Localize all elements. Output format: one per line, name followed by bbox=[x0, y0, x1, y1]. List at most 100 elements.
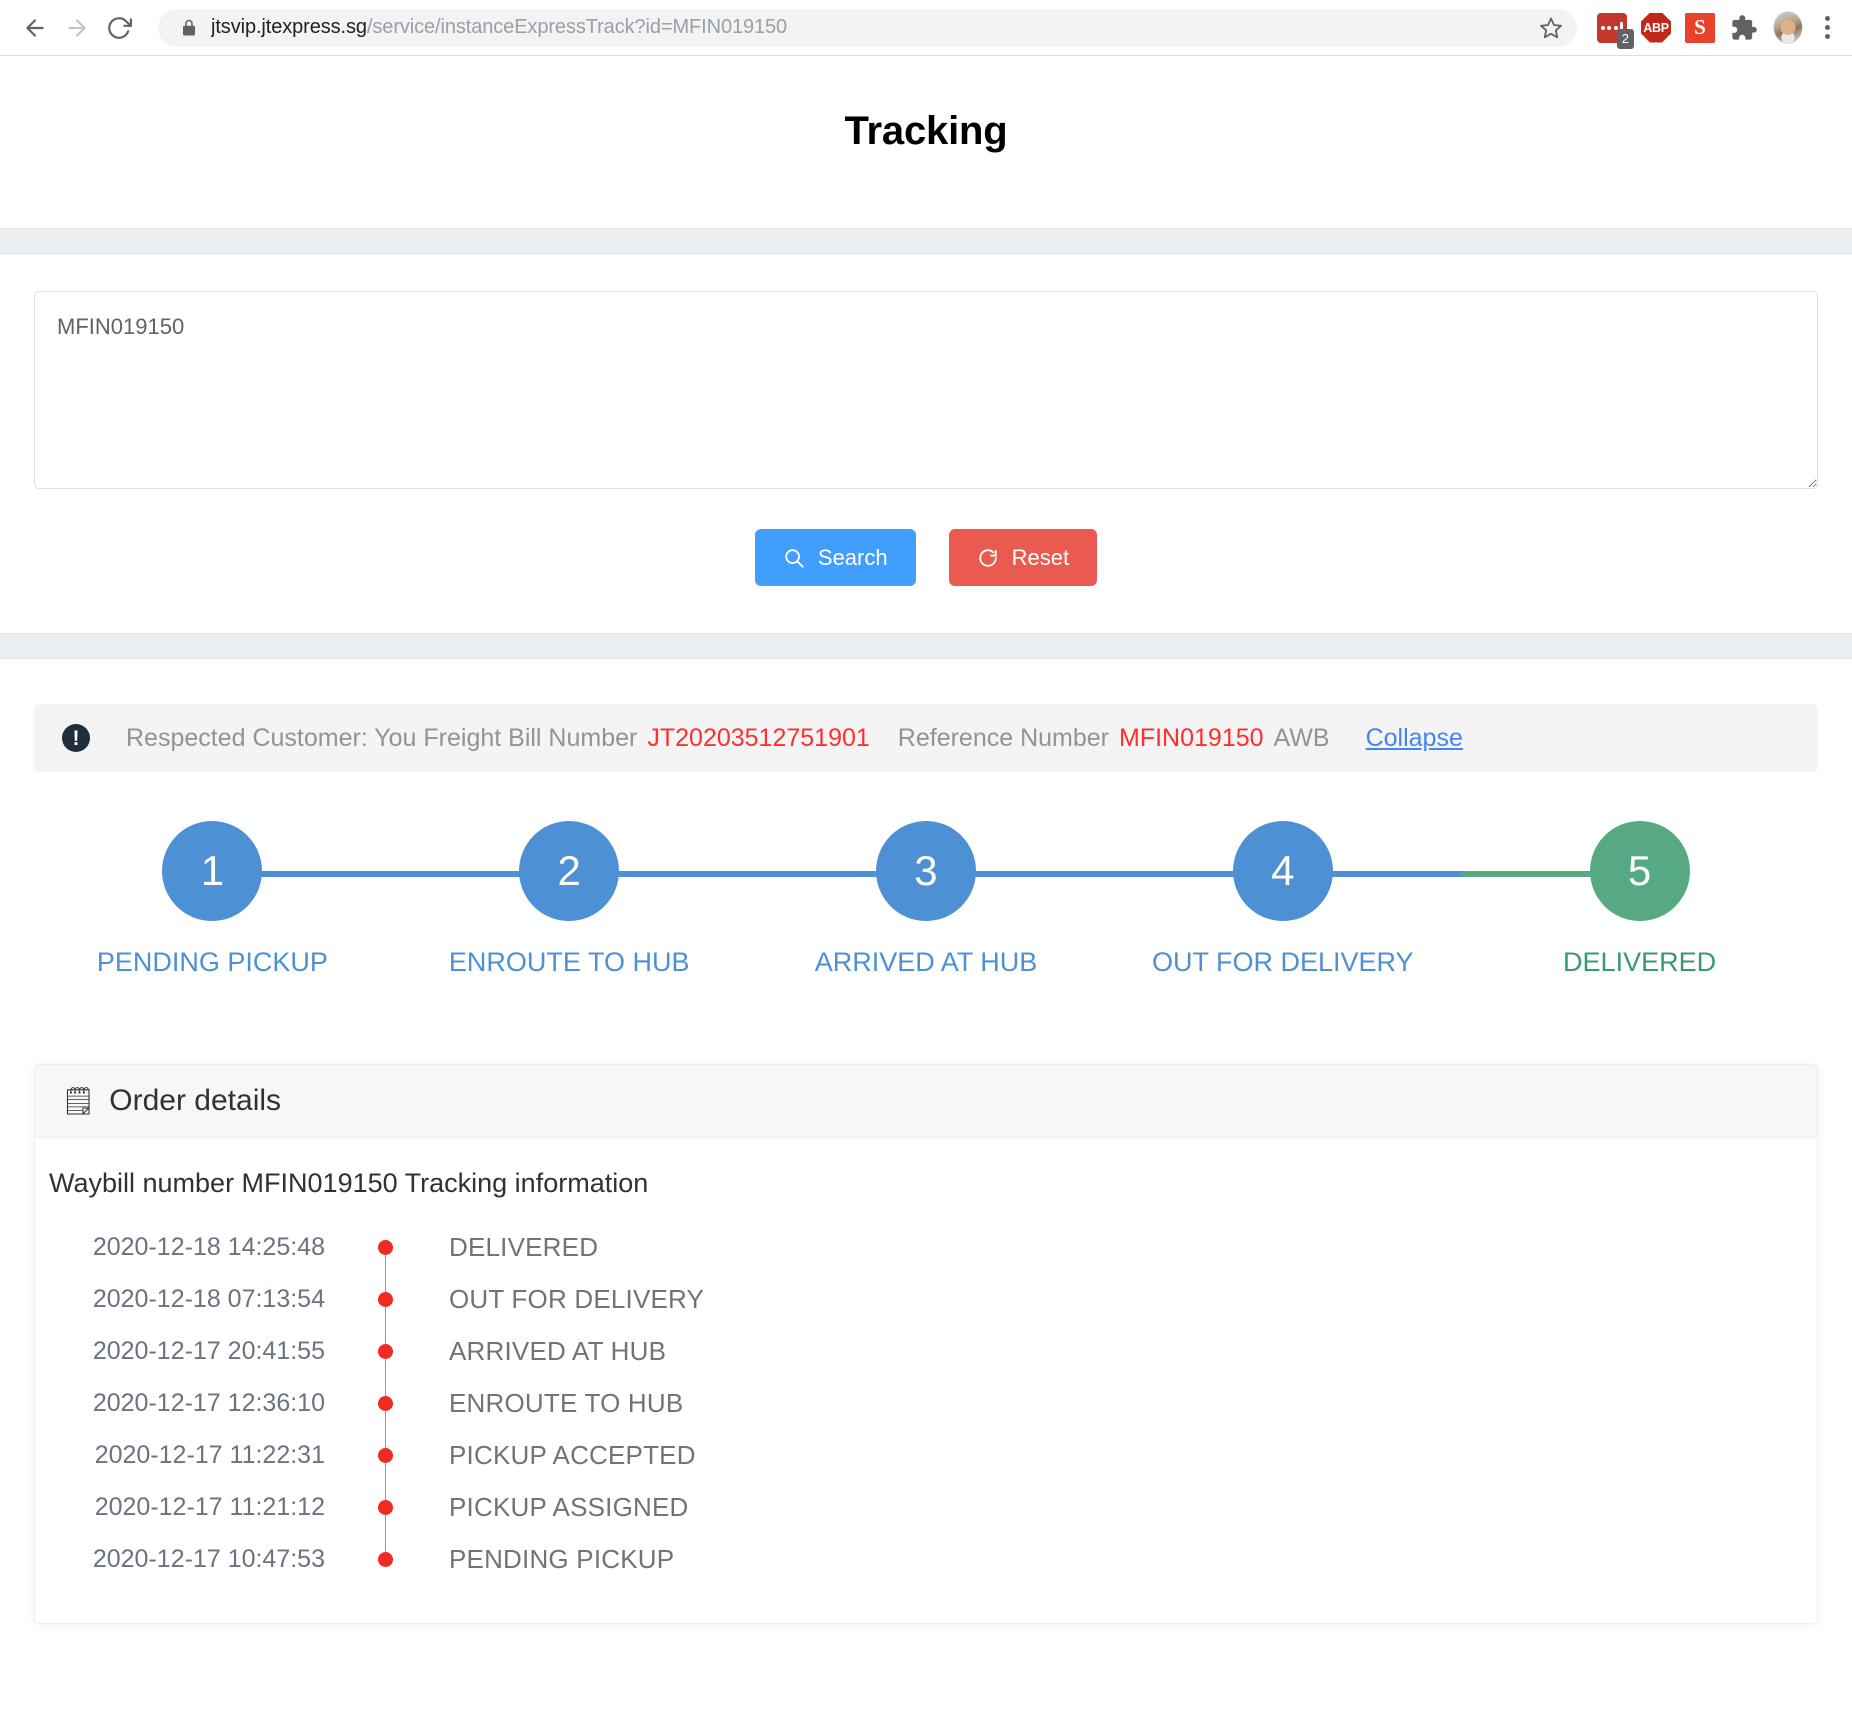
timeline-status: PICKUP ACCEPTED bbox=[449, 1439, 696, 1470]
dots-extension-button[interactable]: 2 bbox=[1597, 12, 1634, 49]
connector-2-3 bbox=[569, 871, 926, 877]
reference-number: MFIN019150 bbox=[1119, 723, 1264, 752]
timeline-timestamp: 2020-12-17 10:47:53 bbox=[92, 1544, 325, 1573]
order-details-header: 🗒 Order details bbox=[35, 1065, 1817, 1138]
timeline-status: PENDING PICKUP bbox=[449, 1543, 675, 1574]
exclamation-circle-icon: ! bbox=[62, 724, 90, 752]
timeline-dot-icon bbox=[377, 1395, 393, 1411]
alert-prefix-text: Respected Customer: You Freight Bill Num… bbox=[126, 723, 638, 752]
connector-3-4 bbox=[925, 871, 1283, 877]
tracking-progress-stepper: 1 PENDING PICKUP 2 ENROUTE TO HUB 3 ARRI… bbox=[34, 821, 1818, 996]
timeline-timestamp: 2020-12-17 11:22:31 bbox=[94, 1440, 325, 1469]
step-track: 1 PENDING PICKUP 2 ENROUTE TO HUB 3 ARRI… bbox=[34, 821, 1818, 978]
page-content: Tracking Search Reset ! Respected Custom… bbox=[0, 56, 1852, 1624]
step-label-4: OUT FOR DELIVERY bbox=[1152, 947, 1414, 977]
timeline-dot-icon bbox=[377, 1551, 393, 1567]
timeline-dot-icon bbox=[377, 1343, 393, 1359]
timeline-row: 2020-12-17 20:41:55 ARRIVED AT HUB bbox=[35, 1325, 1817, 1377]
step-out-for-delivery[interactable]: 4 OUT FOR DELIVERY bbox=[1104, 821, 1640, 978]
timeline-timestamp: 2020-12-17 11:21:12 bbox=[94, 1492, 325, 1521]
adblock-plus-button[interactable]: ABP bbox=[1641, 12, 1671, 43]
search-button[interactable]: Search bbox=[754, 529, 916, 586]
collapse-link[interactable]: Collapse bbox=[1366, 724, 1463, 753]
timeline-row: 2020-12-17 11:22:31 PICKUP ACCEPTED bbox=[35, 1429, 1817, 1481]
timeline-marker bbox=[335, 1343, 435, 1359]
clipboard-icon: 🗒 bbox=[61, 1085, 96, 1116]
step-circle-1: 1 bbox=[162, 821, 263, 921]
step-delivered[interactable]: 5 DELIVERED bbox=[1461, 821, 1818, 978]
step-circle-2: 2 bbox=[519, 821, 620, 921]
section-divider-top bbox=[0, 228, 1852, 254]
timeline-timestamp: 2020-12-18 07:13:54 bbox=[92, 1284, 325, 1313]
back-button[interactable] bbox=[14, 7, 56, 49]
timeline-row: 2020-12-17 12:36:10 ENROUTE TO HUB bbox=[35, 1377, 1817, 1429]
page-title: Tracking bbox=[844, 109, 1008, 153]
reset-button-label: Reset bbox=[1011, 544, 1070, 570]
puzzle-extensions-button[interactable] bbox=[1729, 13, 1759, 43]
back-arrow-icon bbox=[26, 18, 44, 37]
search-button-label: Search bbox=[817, 544, 888, 570]
avatar bbox=[1773, 11, 1803, 44]
awb-suffix: AWB bbox=[1273, 723, 1330, 752]
tracking-alert-bar: ! Respected Customer: You Freight Bill N… bbox=[34, 704, 1818, 772]
reset-button[interactable]: Reset bbox=[948, 529, 1098, 586]
forward-button[interactable] bbox=[56, 7, 98, 49]
search-section: Search Reset bbox=[0, 254, 1852, 633]
address-bar[interactable]: jtsvip.jtexpress.sg/service/instanceExpr… bbox=[158, 8, 1577, 47]
timeline-dot-icon bbox=[377, 1239, 393, 1255]
timeline-dot-icon bbox=[377, 1499, 393, 1515]
tracking-number-input[interactable] bbox=[34, 291, 1818, 489]
step-circle-3: 3 bbox=[875, 821, 976, 921]
url-path: /service/instanceExpressTrack?id=MFIN019… bbox=[366, 16, 788, 38]
timeline-row: 2020-12-18 14:25:48 DELIVERED bbox=[35, 1221, 1817, 1273]
timeline-timestamp: 2020-12-17 20:41:55 bbox=[92, 1336, 325, 1365]
kebab-menu-icon[interactable] bbox=[1817, 12, 1838, 43]
bookmark-star-icon[interactable] bbox=[1539, 16, 1563, 40]
timeline-status: ARRIVED AT HUB bbox=[449, 1335, 667, 1366]
url-host: jtsvip.jtexpress.sg bbox=[211, 16, 367, 38]
lock-icon bbox=[180, 19, 198, 37]
step-enroute-to-hub[interactable]: 2 ENROUTE TO HUB bbox=[391, 821, 926, 978]
timeline-row: 2020-12-17 11:21:12 PICKUP ASSIGNED bbox=[35, 1481, 1817, 1533]
timeline-marker bbox=[335, 1239, 435, 1255]
order-details-body: Waybill number MFIN019150 Tracking infor… bbox=[35, 1138, 1817, 1623]
timeline-row: 2020-12-18 07:13:54 OUT FOR DELIVERY bbox=[35, 1273, 1817, 1325]
timeline-status: PICKUP ASSIGNED bbox=[449, 1491, 689, 1522]
step-label-3: ARRIVED AT HUB bbox=[814, 947, 1038, 977]
tracking-timeline: 2020-12-18 14:25:48 DELIVERED 2020-12-18… bbox=[35, 1221, 1817, 1585]
timeline-marker bbox=[335, 1291, 435, 1307]
step-circle-5: 5 bbox=[1589, 821, 1690, 921]
profile-button[interactable] bbox=[1773, 11, 1803, 44]
timeline-marker bbox=[335, 1447, 435, 1463]
freight-bill-number: JT20203512751901 bbox=[647, 723, 870, 752]
step-label-2: ENROUTE TO HUB bbox=[448, 947, 690, 977]
url-text: jtsvip.jtexpress.sg/service/instanceExpr… bbox=[211, 16, 1529, 39]
refresh-icon bbox=[978, 548, 997, 567]
extension-badge-count: 2 bbox=[1616, 28, 1634, 49]
s-extension-button[interactable]: S bbox=[1685, 12, 1715, 43]
connector-4-5 bbox=[1282, 871, 1640, 877]
timeline-timestamp: 2020-12-17 12:36:10 bbox=[92, 1388, 325, 1417]
timeline-dot-icon bbox=[377, 1447, 393, 1463]
step-pending-pickup[interactable]: 1 PENDING PICKUP bbox=[34, 821, 570, 978]
order-details-title: Order details bbox=[109, 1084, 282, 1117]
timeline-row: 2020-12-17 10:47:53 PENDING PICKUP bbox=[35, 1533, 1817, 1585]
order-details-card: 🗒 Order details Waybill number MFIN01915… bbox=[34, 1064, 1818, 1624]
reload-icon bbox=[108, 16, 132, 39]
magnifier-icon bbox=[785, 548, 804, 568]
s-extension-icon: S bbox=[1685, 12, 1715, 43]
browser-toolbar: jtsvip.jtexpress.sg/service/instanceExpr… bbox=[0, 0, 1852, 56]
timeline-dot-icon bbox=[377, 1291, 393, 1307]
forward-arrow-icon bbox=[68, 18, 86, 37]
adblock-plus-icon: ABP bbox=[1641, 12, 1671, 43]
reload-button[interactable] bbox=[98, 7, 140, 49]
step-circle-4: 4 bbox=[1232, 821, 1333, 921]
timeline-marker bbox=[335, 1551, 435, 1567]
puzzle-extensions-icon bbox=[1732, 14, 1757, 40]
timeline-marker bbox=[335, 1499, 435, 1515]
section-divider-bottom bbox=[0, 633, 1852, 659]
step-label-5: DELIVERED bbox=[1563, 947, 1717, 977]
timeline-status: DELIVERED bbox=[449, 1231, 599, 1262]
step-arrived-at-hub[interactable]: 3 ARRIVED AT HUB bbox=[748, 821, 1283, 978]
connector-1-2 bbox=[212, 871, 570, 877]
